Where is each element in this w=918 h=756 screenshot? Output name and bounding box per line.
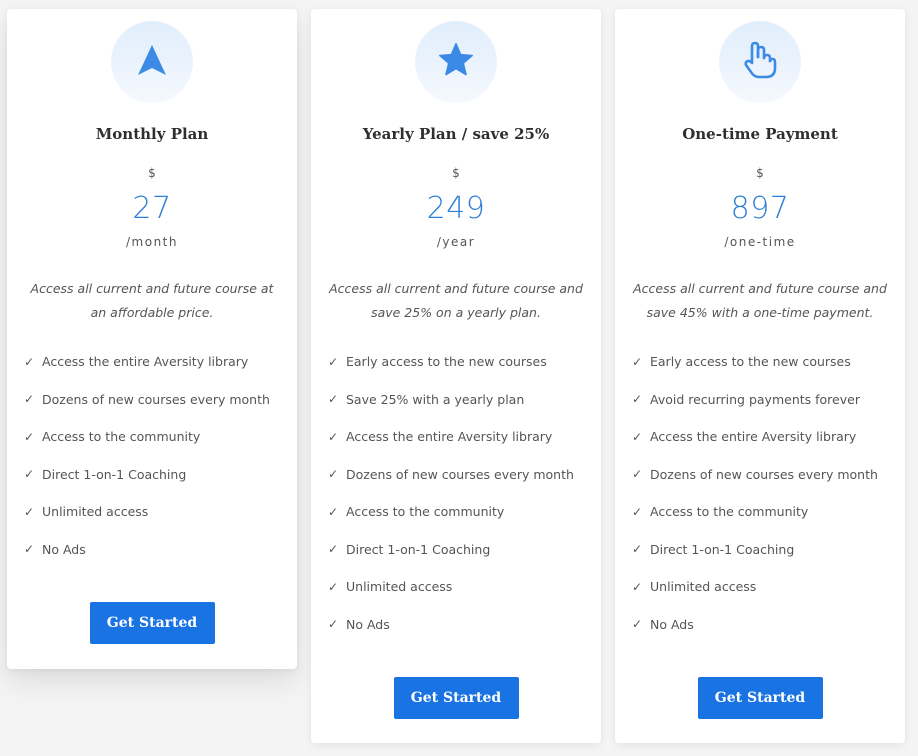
check-icon: ✓ [24,504,35,519]
feature-item: ✓ Access the entire Aversity library [328,429,553,445]
check-icon: ✓ [328,354,339,369]
check-icon: ✓ [632,504,643,519]
check-icon: ✓ [328,542,339,557]
feature-item: ✓ Access the entire Aversity library [24,354,249,370]
check-icon: ✓ [24,392,35,407]
check-icon: ✓ [328,617,339,632]
check-icon: ✓ [632,542,643,557]
check-icon: ✓ [328,429,339,444]
feature-item: ✓ Access to the community [328,504,505,520]
get-started-button[interactable]: Get Started [89,602,215,644]
plan-period: /one-time [724,235,796,249]
pricing-card-yearly: Yearly Plan / save 25% $ 249 /year Acces… [311,9,601,743]
check-icon: ✓ [328,467,339,482]
plan-icon-badge [719,21,801,103]
get-started-button[interactable]: Get Started [393,677,519,719]
feature-item: ✓ Access to the community [632,504,809,520]
feature-item: ✓ Dozens of new courses every month [328,466,574,482]
feature-item: ✓ Dozens of new courses every month [632,466,878,482]
plan-price: 27 [132,191,172,226]
check-icon: ✓ [24,542,35,557]
currency-symbol: $ [756,166,764,180]
check-icon: ✓ [632,354,643,369]
feature-item: ✓ Direct 1-on-1 Coaching [24,466,187,482]
feature-item: ✓ Unlimited access [328,579,453,595]
plan-price: 249 [426,191,486,226]
check-icon: ✓ [632,467,643,482]
feature-item: ✓ No Ads [24,541,86,557]
pricing-card-monthly: Monthly Plan $ 27 /month Access all curr… [7,9,297,669]
plan-title: Monthly Plan [95,125,209,143]
feature-item: ✓ Access to the community [24,429,201,445]
feature-item: ✓ No Ads [328,616,390,632]
check-icon: ✓ [24,354,35,369]
check-icon: ✓ [632,429,643,444]
plan-price: 897 [730,191,790,226]
feature-item: ✓ Early access to the new courses [328,354,547,370]
feature-item: ✓ Direct 1-on-1 Coaching [632,541,795,557]
arrow-up-icon [135,43,169,81]
feature-item: ✓ Unlimited access [632,579,757,595]
plan-icon-badge [111,21,193,103]
check-icon: ✓ [632,579,643,594]
feature-item: ✓ Early access to the new courses [632,354,851,370]
currency-symbol: $ [452,166,460,180]
hand-peace-icon [742,40,778,84]
plan-description: Access all current and future course at … [30,281,274,320]
feature-item: ✓ Unlimited access [24,504,149,520]
plan-description: Access all current and future course and… [633,281,887,320]
plan-title: Yearly Plan / save 25% [362,125,550,143]
plan-title: One-time Payment [682,125,838,143]
currency-symbol: $ [148,166,156,180]
check-icon: ✓ [328,504,339,519]
feature-list: ✓ Access the entire Aversity library ✓ Doz… [7,343,297,568]
feature-list: ✓ Early access to the new courses ✓ Save 2… [311,343,601,643]
feature-item: ✓ Access the entire Aversity library [632,429,857,445]
check-icon: ✓ [24,467,35,482]
feature-item: ✓ Direct 1-on-1 Coaching [328,541,491,557]
check-icon: ✓ [328,392,339,407]
feature-item: ✓ Save 25% with a yearly plan [328,391,525,407]
plan-period: /year [436,235,476,249]
feature-item: ✓ Avoid recurring payments forever [632,391,860,407]
plan-icon-badge [415,21,497,103]
plan-period: /month [126,235,178,249]
plan-description: Access all current and future course and… [329,281,583,320]
check-icon: ✓ [632,617,643,632]
feature-item: ✓ Dozens of new courses every month [24,391,270,407]
check-icon: ✓ [632,392,643,407]
pricing-card-one-time: One-time Payment $ 897 /one-time Access … [615,9,905,743]
feature-list: ✓ Early access to the new courses ✓ Avoid … [615,343,905,643]
check-icon: ✓ [328,579,339,594]
star-icon [437,41,475,83]
check-icon: ✓ [24,429,35,444]
get-started-button[interactable]: Get Started [697,677,823,719]
feature-item: ✓ No Ads [632,616,694,632]
